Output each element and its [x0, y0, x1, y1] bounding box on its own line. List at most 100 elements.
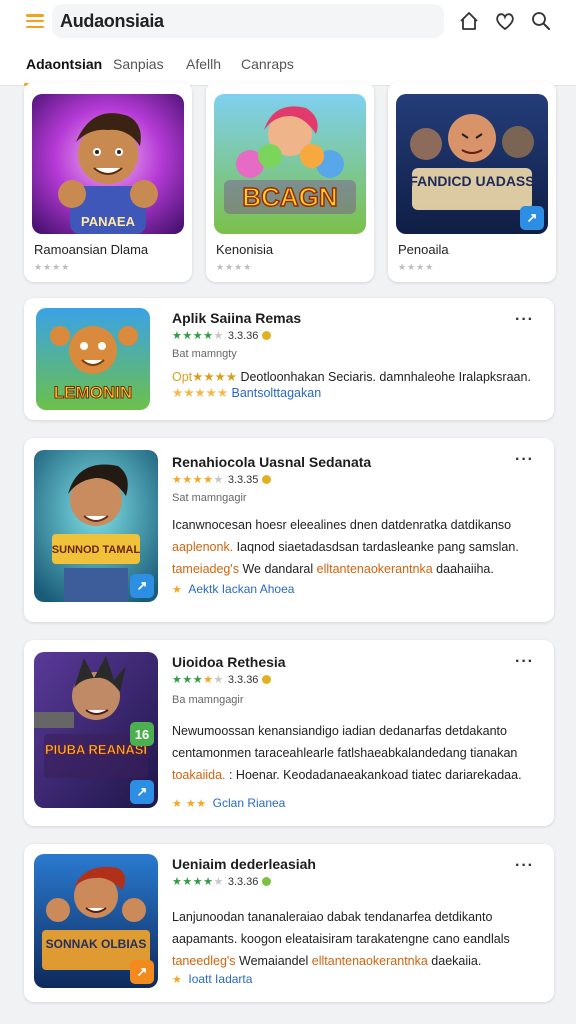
description-line: Iaqnod siaetadasdsan tardasleanke pang s…: [233, 540, 519, 554]
app-title: Penoaila: [398, 242, 449, 257]
description-prefix: ★★★★★: [172, 386, 232, 400]
developer-link[interactable]: Ioatt Iadarta: [188, 972, 252, 986]
developer-link[interactable]: Aektk Iackan Ahoea: [188, 582, 294, 596]
tab-afellh[interactable]: Afellh: [186, 56, 221, 72]
more-options-icon[interactable]: ···: [515, 654, 534, 670]
description-line: Lanjunoodan tananaleraiao dabak tendanar…: [172, 910, 493, 924]
rating-value: 3.3.36: [227, 673, 259, 686]
developer-row[interactable]: ★ Ioatt Iadarta: [172, 972, 252, 986]
developer-row[interactable]: ★ ★★ Gclan Rianea: [172, 796, 285, 810]
more-options-icon[interactable]: ···: [515, 312, 534, 328]
description-highlight: tameiadeg's: [172, 562, 240, 576]
more-options-icon[interactable]: ···: [515, 452, 534, 468]
rating-stars: ★★★★: [216, 262, 253, 272]
app-thumbnail: SUNNOD TAMAL ↗: [34, 450, 158, 602]
status-dot-icon: [262, 675, 272, 684]
rating-stars: ★★★★: [398, 262, 435, 272]
app-thumbnail: FANDICD UADASS ↗: [396, 94, 548, 234]
app-thumbnail: PANAEA: [32, 94, 184, 234]
featured-card[interactable]: FANDICD UADASS ↗ Penoaila ★★★★: [388, 82, 556, 282]
app-meta: Sat mamngagir: [172, 492, 247, 504]
rating-value: 3.3.35: [227, 473, 259, 486]
thumbnail-label: LEMONIN: [54, 383, 132, 402]
download-badge-icon: ↗: [520, 206, 544, 230]
app-description: Opt★★★★ Deotloonhakan Seciaris. damnhale…: [172, 366, 531, 404]
rating-value: 3.3.36: [227, 329, 259, 342]
app-thumbnail: LEMONIN: [36, 308, 150, 410]
app-description: Newumoossan kenansiandigo iadian dedanar…: [172, 720, 522, 786]
app-title: Uioidoa Rethesia: [172, 654, 286, 670]
app-title: Audaonsiaia: [52, 4, 444, 38]
featured-card[interactable]: BCAGN Kenonisia ★★★★: [206, 82, 374, 282]
thumbnail-label: FANDICD UADASS: [409, 173, 534, 189]
tab-bar: Adaontsian Sanpias Afellh Canraps: [0, 44, 576, 86]
description-line: centamonmen taraceahlearle fatlshaeabkal…: [172, 746, 518, 760]
status-dot-icon: [262, 331, 272, 340]
rating-stars: ★★★★: [34, 262, 71, 272]
app-title: Aplik Saiina Remas: [172, 310, 302, 326]
description-highlight: taneedleg's: [172, 954, 236, 968]
status-dot-icon: [262, 877, 272, 886]
description-highlight: toakaiida.: [172, 768, 229, 782]
app-meta: Bat mamngty: [172, 348, 237, 360]
app-meta: Ba mamngagir: [172, 694, 244, 706]
tab-sanpias[interactable]: Sanpias: [113, 56, 164, 72]
thumbnail-label: BCAGN: [242, 182, 337, 212]
rating-stars: ★★★★★: [172, 330, 224, 342]
app-list-item[interactable]: SONNAK OLBIAS ↗ Ueniaim dederleasiah ★★★…: [24, 844, 554, 1002]
star-icon: ★: [172, 583, 183, 596]
description-line: Icanwnocesan hoesr eleealines dnen datde…: [172, 518, 512, 532]
tab-canraps[interactable]: Canraps: [241, 56, 294, 72]
rating-row: ★★★★★ 3.3.36: [172, 673, 272, 686]
download-badge-icon: ↗: [130, 960, 154, 984]
star-icon: ★: [172, 973, 183, 986]
developer-link[interactable]: Bantsolttagakan: [232, 386, 322, 400]
rating-value: 3.3.36: [227, 875, 259, 888]
thumbnail-label: SONNAK OLBIAS: [46, 937, 147, 951]
description-line: Wemaiandel: [235, 954, 312, 968]
app-title: Ueniaim dederleasiah: [172, 856, 316, 872]
app-description: Icanwnocesan hoesr eleealines dnen datde…: [172, 514, 519, 580]
rating-row: ★★★★★ 3.3.36: [172, 875, 272, 888]
app-header: Audaonsiaia: [0, 0, 576, 44]
download-badge-icon: ↗: [130, 574, 154, 598]
heart-icon[interactable]: [494, 10, 516, 32]
rating-stars: ★★★★★: [172, 674, 224, 686]
developer-row[interactable]: ★ Aektk Iackan Ahoea: [172, 582, 294, 596]
description-line: Newumoossan kenansiandigo iadian dedanar…: [172, 724, 507, 738]
rating-stars: ★★★★★: [172, 876, 224, 888]
app-thumbnail: SONNAK OLBIAS ↗: [34, 854, 158, 988]
description-line: We dandaral: [239, 562, 317, 576]
featured-card[interactable]: PANAEA Ramoansian Dlama ★★★★: [24, 82, 192, 282]
home-icon[interactable]: [458, 10, 480, 32]
app-title: Kenonisia: [216, 242, 274, 257]
app-list-item[interactable]: PIUBA REANASI 16 ↗ Uioidoa Rethesia ★★★★…: [24, 640, 554, 826]
thumbnail-label: PANAEA: [81, 214, 136, 229]
rating-row: ★★★★★ 3.3.35: [172, 473, 272, 486]
description-highlight: elltantenaokerantnka: [311, 954, 428, 968]
app-list-item[interactable]: SUNNOD TAMAL ↗ Renahiocola Uasnal Sedana…: [24, 438, 554, 622]
description-line: daahaiiha.: [432, 562, 494, 576]
description-highlight: elltantenaokerantnka: [316, 562, 433, 576]
rating-stars: ★★★★★: [172, 474, 224, 486]
developer-link[interactable]: Gclan Rianea: [213, 796, 286, 810]
app-description: Lanjunoodan tananaleraiao dabak tendanar…: [172, 906, 510, 972]
status-dot-icon: [262, 475, 272, 484]
badge-icon: 16: [130, 722, 154, 746]
description-line: daekaiia.: [427, 954, 482, 968]
app-title: Ramoansian Dlama: [34, 242, 149, 257]
app-thumbnail: BCAGN: [214, 94, 366, 234]
thumbnail-label: SUNNOD TAMAL: [52, 544, 141, 556]
menu-icon[interactable]: [26, 14, 44, 28]
more-options-icon[interactable]: ···: [515, 858, 534, 874]
rating-row: ★★★★★ 3.3.36: [172, 329, 272, 342]
search-icon[interactable]: [530, 10, 552, 32]
description-line: : Hoenar. Keodadanaeakankoad tiatec dari…: [228, 768, 522, 782]
description-line: aapamants. koogon eleataisiram tarakaten…: [172, 932, 510, 946]
description-highlight: aaplenonk.: [172, 540, 234, 554]
star-icon: ★ ★★: [172, 797, 207, 810]
app-thumbnail: PIUBA REANASI 16 ↗: [34, 652, 158, 808]
tab-adaontsian[interactable]: Adaontsian: [26, 56, 102, 72]
app-title: Renahiocola Uasnal Sedanata: [172, 454, 372, 470]
app-list-item[interactable]: LEMONIN Aplik Saiina Remas ★★★★★ 3.3.36 …: [24, 298, 554, 420]
